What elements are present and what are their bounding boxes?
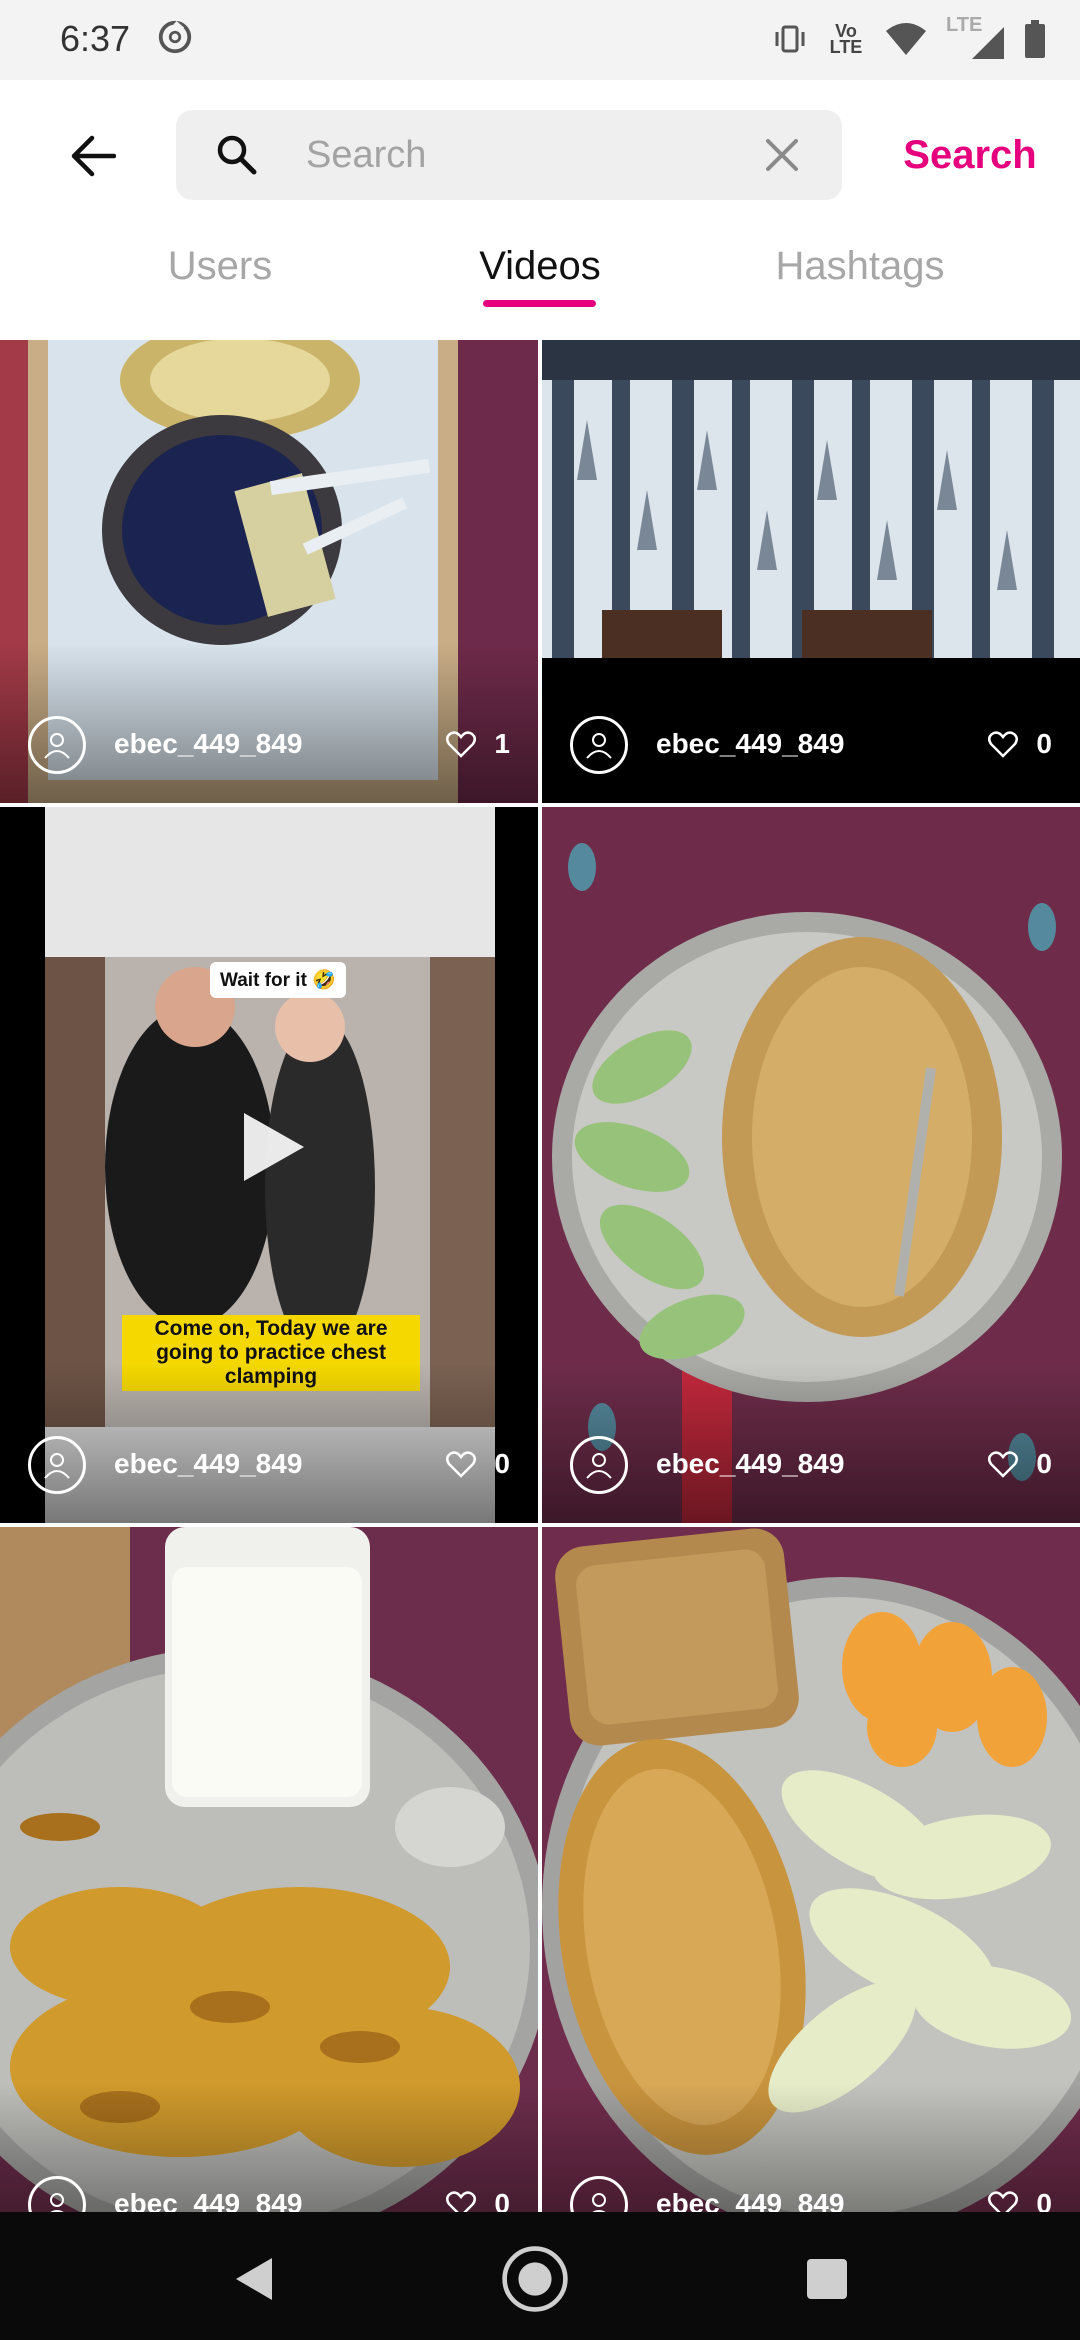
tile-gradient (0, 643, 538, 803)
username[interactable]: ebec_449_849 (656, 728, 844, 760)
avatar[interactable] (570, 1436, 628, 1494)
video-tile[interactable]: ebec_449_849 0 (542, 1527, 1080, 2212)
search-button[interactable]: Search (880, 120, 1060, 190)
heart-icon (446, 2191, 477, 2212)
avatar[interactable] (28, 716, 86, 774)
heart-icon (988, 1451, 1019, 1478)
tab-hashtags[interactable]: Hashtags (740, 244, 980, 289)
like-count[interactable]: 0 (988, 1448, 1052, 1480)
back-arrow-icon (71, 135, 116, 177)
like-count[interactable]: 0 (446, 2188, 510, 2212)
volte-label: Vo LTE (829, 21, 863, 57)
tile-gradient (542, 1363, 1080, 1523)
status-icons: Vo LTE LTE (772, 14, 1046, 64)
tab-users[interactable]: Users (110, 244, 330, 289)
lte-indicator: LTE (946, 15, 1006, 61)
video-tile[interactable]: ebec_449_849 1 (0, 340, 538, 803)
back-button[interactable] (58, 126, 128, 186)
video-overlay-top-text: Wait for it 🤣 (210, 962, 346, 998)
heart-icon (988, 2191, 1019, 2212)
like-count-value: 0 (1036, 2188, 1052, 2212)
nav-home-button[interactable] (500, 2244, 570, 2314)
like-count-value: 0 (1036, 1448, 1052, 1479)
user-icon (586, 733, 612, 759)
like-count[interactable]: 0 (988, 2188, 1052, 2212)
search-input[interactable] (306, 126, 746, 184)
volte-icon: Vo LTE (826, 21, 866, 57)
username[interactable]: ebec_449_849 (114, 2188, 302, 2212)
heart-icon (446, 731, 477, 758)
search-icon (217, 135, 257, 175)
battery-icon (1025, 20, 1045, 58)
like-count[interactable]: 1 (446, 728, 510, 760)
wifi-icon (886, 23, 926, 55)
like-count[interactable]: 0 (446, 1448, 510, 1480)
username[interactable]: ebec_449_849 (114, 1448, 302, 1480)
tab-videos[interactable]: Videos (430, 244, 650, 289)
avatar[interactable] (570, 716, 628, 774)
heart-icon (446, 1451, 477, 1478)
username[interactable]: ebec_449_849 (114, 728, 302, 760)
video-tile[interactable]: ebec_449_849 0 (542, 340, 1080, 803)
nav-recents-icon (807, 2259, 847, 2299)
sync-icon (158, 20, 192, 54)
nav-home-icon (502, 2246, 568, 2312)
like-count-value: 0 (494, 2188, 510, 2212)
close-icon[interactable] (762, 135, 802, 175)
video-grid: ebec_449_849 1 ebec_449_849 0 Wait for i… (0, 340, 1080, 2212)
user-icon (50, 2193, 64, 2212)
video-tile[interactable]: ebec_449_849 0 (542, 807, 1080, 1523)
user-icon (44, 1453, 70, 1479)
user-icon (586, 1453, 612, 1479)
play-icon[interactable] (232, 1107, 312, 1187)
username[interactable]: ebec_449_849 (656, 2188, 844, 2212)
video-tile[interactable]: Wait for it 🤣 Come on, Today we are goin… (0, 807, 538, 1523)
like-count-value: 1 (494, 728, 510, 759)
tile-gradient (0, 1363, 538, 1523)
search-tabs: Users Videos Hashtags (0, 230, 1080, 340)
search-header: Search (0, 80, 1080, 230)
status-bar: 6:37 Vo LTE LTE (0, 0, 1080, 80)
avatar[interactable] (28, 1436, 86, 1494)
lte-signal-icon (972, 27, 1004, 59)
search-box[interactable] (176, 110, 842, 200)
username[interactable]: ebec_449_849 (656, 1448, 844, 1480)
status-time: 6:37 (60, 18, 131, 59)
vibrate-icon (775, 25, 805, 53)
active-tab-indicator (483, 300, 596, 307)
video-tile[interactable]: ebec_449_849 0 (0, 1527, 538, 2212)
nav-back-button[interactable] (218, 2244, 288, 2314)
user-icon (592, 2193, 606, 2212)
like-count[interactable]: 0 (988, 728, 1052, 760)
heart-icon (988, 731, 1019, 758)
nav-recents-button[interactable] (792, 2244, 862, 2314)
like-count-value: 0 (494, 1448, 510, 1479)
nav-back-icon (236, 2258, 272, 2300)
system-nav-bar (0, 2212, 1080, 2340)
like-count-value: 0 (1036, 728, 1052, 759)
user-icon (44, 733, 70, 759)
